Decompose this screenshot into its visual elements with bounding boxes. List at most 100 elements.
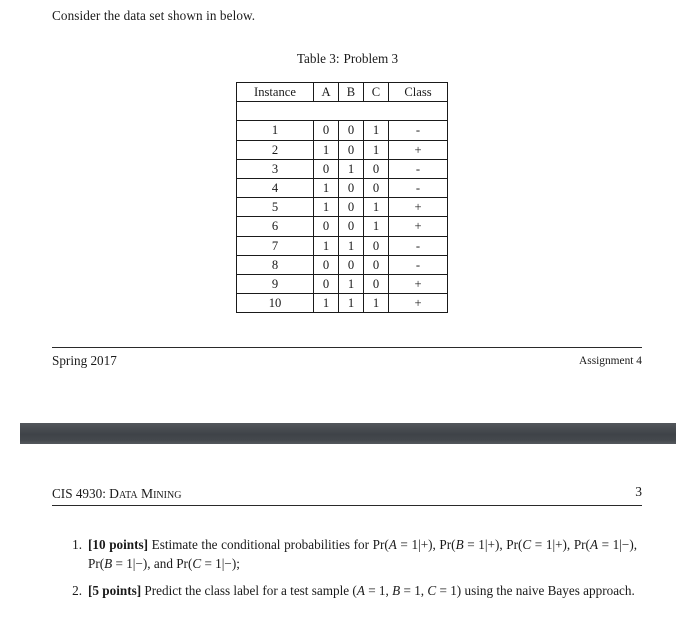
intro-paragraph: Consider the data set shown in below. <box>52 8 256 23</box>
problem-text: Predict the class label for a test sampl… <box>141 583 357 598</box>
cell-b: 0 <box>338 120 364 141</box>
cell-class: + <box>388 274 448 295</box>
table-caption-label: Table 3: <box>296 51 340 66</box>
problem-text: = 1|+), Pr( <box>396 537 456 552</box>
cell-a: 0 <box>313 120 339 141</box>
page-separator-bar <box>20 423 676 444</box>
cell-instance: 1 <box>236 120 314 141</box>
cell-class: + <box>388 197 448 218</box>
cell-b: 1 <box>338 293 364 314</box>
problem-text: = 1, <box>400 583 428 598</box>
cell-c: 0 <box>363 254 389 276</box>
cell-c: 0 <box>363 177 389 199</box>
header-separator-row <box>236 101 448 122</box>
column-header-a: A <box>313 81 339 103</box>
table-row: 3 0 1 0 - <box>236 158 448 180</box>
problem-text: = 1, <box>364 583 393 598</box>
table-row: 9 0 1 0 + <box>236 274 448 295</box>
cell-c: 0 <box>363 274 389 295</box>
cell-c: 1 <box>363 197 389 218</box>
cell-b: 0 <box>338 216 364 237</box>
cell-instance: 2 <box>236 139 314 160</box>
problem-var-a1: A <box>388 537 397 552</box>
cell-c: 1 <box>363 139 389 160</box>
problem-var-a2: A <box>589 537 599 552</box>
table-row: 8 0 0 0 - <box>236 254 448 276</box>
table-header-row: Instance A B C Class <box>236 81 448 103</box>
cell-instance: 9 <box>236 274 314 295</box>
problem-points: [5 points] <box>88 583 142 598</box>
problem-var-c1: C <box>522 537 532 552</box>
cell-instance: 7 <box>236 235 314 256</box>
table-body: 1 0 0 1 - 2 1 0 1 + 3 0 1 0 - 4 1 0 0 - … <box>236 101 448 314</box>
cell-c: 1 <box>363 216 389 237</box>
column-header-instance: Instance <box>236 81 314 103</box>
cell-a: 0 <box>313 274 339 295</box>
cell-class: + <box>388 216 448 237</box>
table-row: 10 1 1 1 + <box>236 293 448 314</box>
cell-a: 0 <box>313 158 339 180</box>
problem-var-a: A <box>356 583 365 598</box>
table-caption: Table 3: Problem 3 <box>0 51 695 67</box>
problem-points: [10 points] <box>88 537 149 552</box>
header-page-number: 3 <box>635 484 642 499</box>
cell-c: 1 <box>363 120 389 141</box>
header-separator-cell <box>236 101 448 122</box>
problem-number: 2. <box>72 583 82 598</box>
cell-a: 0 <box>313 216 339 237</box>
cell-instance: 6 <box>236 216 314 237</box>
cell-c: 0 <box>363 158 389 180</box>
cell-b: 0 <box>338 254 364 276</box>
cell-b: 0 <box>338 139 364 160</box>
cell-instance: 5 <box>236 197 314 218</box>
cell-class: + <box>388 293 448 314</box>
cell-b: 1 <box>338 235 364 256</box>
problem-var-b: B <box>392 583 401 598</box>
problem-text: = 1|+), Pr( <box>463 537 523 552</box>
problem-var-c: C <box>427 583 437 598</box>
footer-assignment: Assignment 4 <box>579 355 642 367</box>
document-page: Consider the data set shown in below. Ta… <box>0 0 695 636</box>
problem-text: = 1|+), Pr( <box>531 537 590 552</box>
cell-class: - <box>388 177 448 199</box>
table-row: 5 1 0 1 + <box>236 197 448 218</box>
cell-b: 1 <box>338 158 364 180</box>
cell-b: 1 <box>338 274 364 295</box>
table-row: 4 1 0 0 - <box>236 177 448 199</box>
cell-class: - <box>388 254 448 276</box>
dataset-table: Instance A B C Class 1 0 0 1 - 2 1 0 1 +… <box>236 81 448 314</box>
problem-item-2: 2. [5 points] Predict the class label for… <box>0 582 695 601</box>
cell-class: - <box>388 158 448 180</box>
table-row: 2 1 0 1 + <box>236 139 448 160</box>
cell-c: 1 <box>363 293 389 314</box>
cell-a: 1 <box>313 139 339 160</box>
cell-instance: 4 <box>236 177 314 199</box>
cell-instance: 8 <box>236 254 314 276</box>
cell-class: + <box>388 139 448 160</box>
cell-class: - <box>388 235 448 256</box>
cell-a: 1 <box>313 235 339 256</box>
cell-instance: 3 <box>236 158 314 180</box>
table-row: 7 1 1 0 - <box>236 235 448 256</box>
table-row: 1 0 0 1 - <box>236 120 448 141</box>
column-header-class: Class <box>388 81 448 103</box>
problem-item-1: 1. [10 points] Estimate the conditional p… <box>0 536 695 573</box>
cell-instance: 10 <box>236 293 314 314</box>
problem-text: = 1|−); <box>201 555 240 571</box>
cell-b: 0 <box>338 197 364 218</box>
cell-c: 0 <box>363 235 389 256</box>
cell-a: 1 <box>313 177 339 199</box>
problem-text: Estimate the conditional probabilities f… <box>148 537 389 552</box>
cell-class: - <box>388 120 448 141</box>
page-footer-rule <box>52 347 642 348</box>
problem-text: = 1|−), and Pr( <box>112 555 193 571</box>
table-header: Instance A B C Class <box>236 81 448 103</box>
column-header-b: B <box>338 81 364 103</box>
cell-b: 0 <box>338 177 364 199</box>
table-row: 6 0 0 1 + <box>236 216 448 237</box>
problem-var-b2: B <box>104 555 113 571</box>
dataset-table-container: Instance A B C Class 1 0 0 1 - 2 1 0 1 +… <box>236 81 448 314</box>
problem-text: = 1) using the naive Bayes approach. <box>436 583 635 598</box>
problem-list: 1. [10 points] Estimate the conditional p… <box>0 536 695 610</box>
cell-a: 0 <box>313 254 339 276</box>
